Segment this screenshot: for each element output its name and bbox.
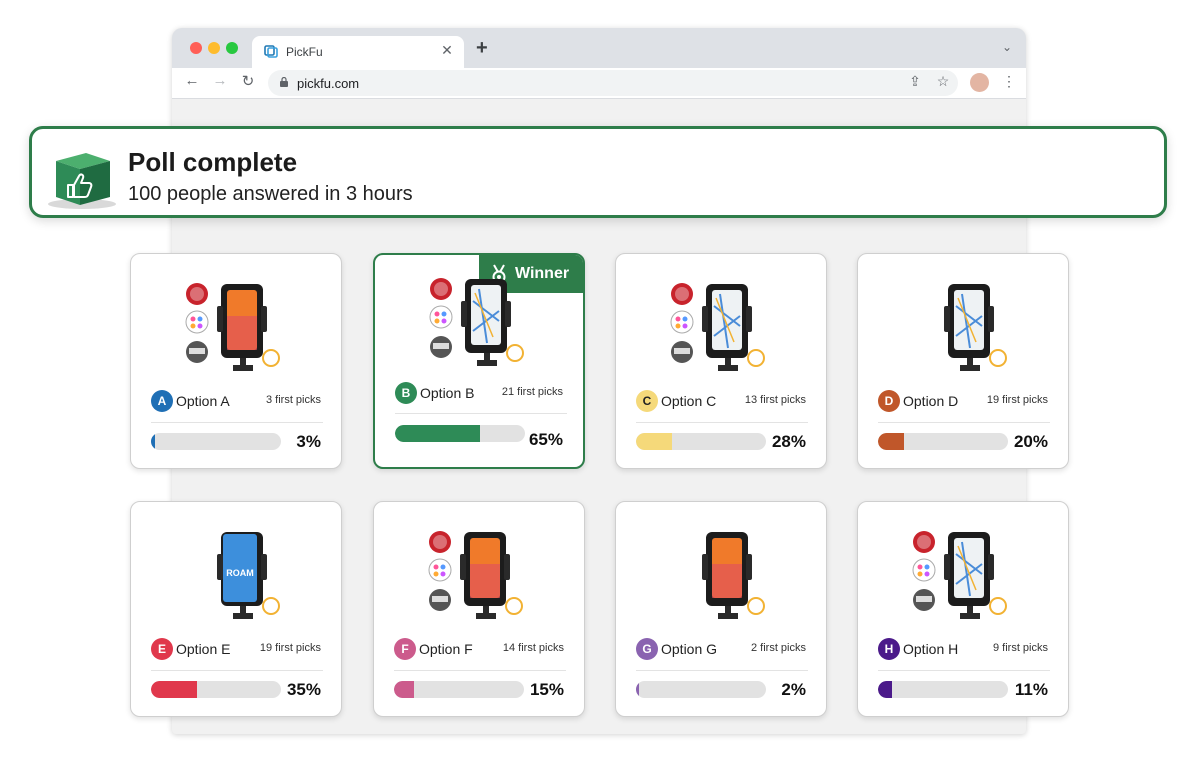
percent-value: 65% <box>528 430 563 449</box>
percent-bar-fill <box>878 433 904 450</box>
option-letter-badge: E <box>151 638 173 660</box>
option-label: Option A <box>176 393 230 409</box>
option-card-e[interactable]: ROAM E Option E 19 first picks 35% <box>130 501 342 717</box>
address-bar[interactable]: pickfu.com <box>268 70 958 96</box>
percent-value: 3% <box>296 432 321 451</box>
option-letter-badge: D <box>878 390 900 412</box>
percent-bar-fill <box>636 433 673 450</box>
percent-value: 15% <box>529 680 564 699</box>
option-letter-badge: G <box>636 638 658 660</box>
option-label: Option F <box>419 641 473 657</box>
poll-complete-banner: Poll complete 100 people answered in 3 h… <box>29 126 1167 218</box>
option-card-f[interactable]: F Option F 14 first picks 15% <box>373 501 585 717</box>
percent-bar-fill <box>636 681 639 698</box>
option-letter-badge: F <box>394 638 416 660</box>
percent-value: 2% <box>781 680 806 699</box>
percent-bar-fill <box>151 433 155 450</box>
first-picks-count: 13 first picks <box>744 394 806 406</box>
percent-value: 20% <box>1013 432 1048 451</box>
divider <box>878 422 1050 423</box>
percent-bar <box>395 425 525 442</box>
percent-value: 28% <box>771 432 806 451</box>
divider <box>151 670 323 671</box>
divider <box>395 413 567 414</box>
percent-bar <box>878 433 1008 450</box>
new-tab-icon[interactable]: + <box>476 36 488 60</box>
lock-icon <box>280 77 288 87</box>
option-card-d[interactable]: D Option D 19 first picks 20% <box>857 253 1069 469</box>
banner-title: Poll complete <box>128 147 298 177</box>
option-letter-badge: B <box>395 382 417 404</box>
percent-bar <box>636 681 766 698</box>
divider <box>636 422 808 423</box>
percent-value: 35% <box>286 680 321 699</box>
option-label: Option D <box>903 393 959 409</box>
product-image <box>910 524 1018 624</box>
product-image <box>427 271 535 371</box>
divider <box>394 670 566 671</box>
option-label: Option E <box>176 641 231 657</box>
option-card-a[interactable]: A Option A 3 first picks 3% <box>130 253 342 469</box>
thumbs-up-cube-icon <box>48 153 116 209</box>
percent-bar-fill <box>878 681 893 698</box>
percent-value: 11% <box>1014 680 1048 699</box>
option-card-h[interactable]: H Option H 9 first picks 11% <box>857 501 1069 717</box>
minimize-window-button[interactable] <box>208 42 220 54</box>
option-letter-badge: A <box>151 390 173 412</box>
option-letter-badge: C <box>636 390 658 412</box>
percent-bar-fill <box>394 681 414 698</box>
tab-search-chevron-icon[interactable]: ⌄ <box>1002 40 1012 54</box>
tab-strip: PickFu ✕ + ⌄ <box>172 28 1026 68</box>
product-image <box>668 276 776 376</box>
divider <box>636 670 808 671</box>
percent-bar <box>394 681 524 698</box>
first-picks-count: 21 first picks <box>501 386 563 398</box>
option-card-c[interactable]: C Option C 13 first picks 28% <box>615 253 827 469</box>
option-label: Option C <box>661 393 717 409</box>
option-card-b[interactable]: Winner B Option B 21 first picks 65% <box>373 253 585 469</box>
percent-bar <box>636 433 766 450</box>
browser-toolbar: ← → ↻ pickfu.com ⇪ ☆ ⋮ <box>172 68 1026 99</box>
url-text: pickfu.com <box>297 76 360 91</box>
first-picks-count: 9 first picks <box>992 642 1048 654</box>
browser-menu-icon[interactable]: ⋮ <box>1002 73 1016 90</box>
option-label: Option H <box>903 641 959 657</box>
product-image: ROAM <box>183 524 291 624</box>
svg-text:ROAM: ROAM <box>226 568 254 578</box>
first-picks-count: 19 first picks <box>986 394 1048 406</box>
banner-subtitle: 100 people answered in 3 hours <box>128 183 413 205</box>
divider <box>878 670 1050 671</box>
divider <box>151 422 323 423</box>
maximize-window-button[interactable] <box>226 42 238 54</box>
option-letter-badge: H <box>878 638 900 660</box>
tab-pickfu[interactable]: PickFu ✕ <box>252 36 464 68</box>
close-window-button[interactable] <box>190 42 202 54</box>
profile-avatar[interactable] <box>970 73 989 92</box>
percent-bar-fill <box>395 425 480 442</box>
product-image <box>183 276 291 376</box>
first-picks-count: 14 first picks <box>502 642 564 654</box>
tab-close-icon[interactable]: ✕ <box>438 42 456 59</box>
product-image <box>668 524 776 624</box>
first-picks-count: 19 first picks <box>259 642 321 654</box>
first-picks-count: 2 first picks <box>750 642 806 654</box>
bookmark-star-icon[interactable]: ☆ <box>934 73 952 90</box>
first-picks-count: 3 first picks <box>265 394 321 406</box>
percent-bar-fill <box>151 681 197 698</box>
pickfu-favicon-icon <box>264 45 278 58</box>
percent-bar <box>151 681 281 698</box>
percent-bar <box>151 433 281 450</box>
back-arrow-icon[interactable]: ← <box>182 72 202 89</box>
product-image <box>910 276 1018 376</box>
option-label: Option G <box>661 641 718 657</box>
reload-icon[interactable]: ↻ <box>238 72 258 90</box>
product-image <box>426 524 534 624</box>
percent-bar <box>878 681 1008 698</box>
forward-arrow-icon[interactable]: → <box>210 72 230 89</box>
tab-title: PickFu <box>286 45 323 59</box>
option-card-g[interactable]: G Option G 2 first picks 2% <box>615 501 827 717</box>
share-icon[interactable]: ⇪ <box>906 73 924 90</box>
option-label: Option B <box>420 385 475 401</box>
